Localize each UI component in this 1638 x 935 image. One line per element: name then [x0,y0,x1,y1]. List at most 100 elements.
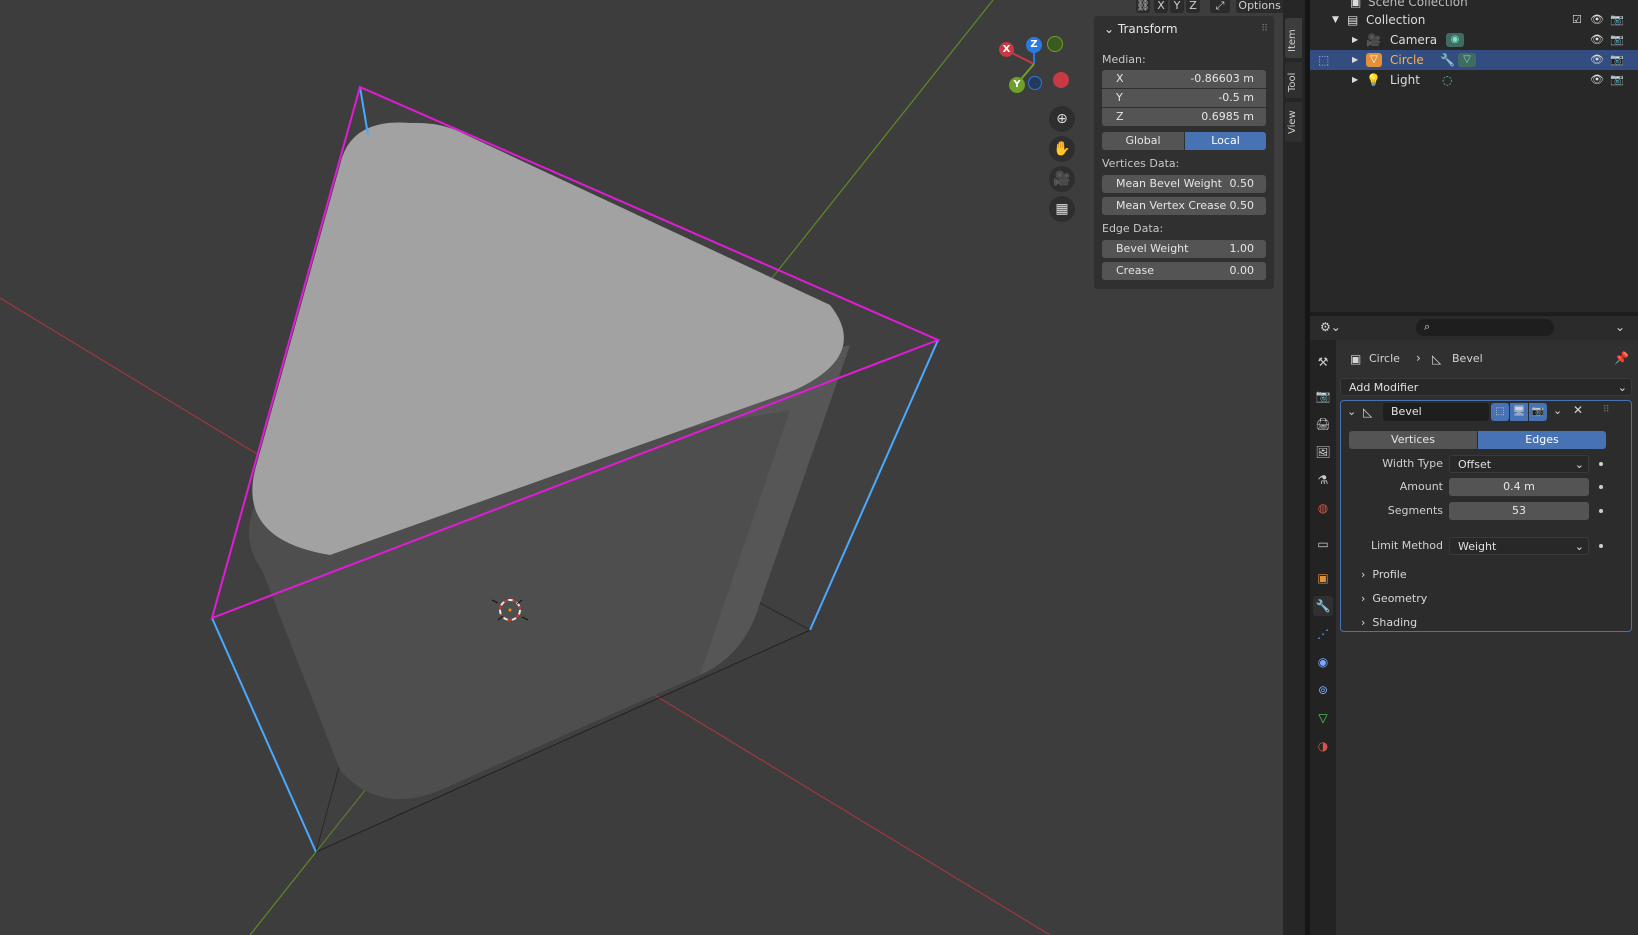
particles-tab-icon[interactable]: ⋰ [1313,624,1333,644]
subpanel-geometry[interactable]: › Geometry [1361,592,1427,605]
collection-render-icon[interactable]: 📷 [1610,10,1624,30]
mirror-y-button[interactable]: Y [1170,0,1184,13]
camera-expand-icon[interactable]: ▶ [1352,30,1358,50]
median-z-field[interactable]: Z 0.6985 m [1102,108,1266,126]
tab-tool[interactable]: Tool [1285,62,1302,98]
width-type-dropdown[interactable]: Offset ⌄ [1449,455,1589,473]
amount-field[interactable]: 0.4 m [1449,478,1589,496]
circle-expand-icon[interactable]: ▶ [1352,50,1358,70]
auto-merge-icon[interactable]: ⤢ [1210,0,1230,13]
local-toggle[interactable]: Local [1185,132,1266,150]
crease-field[interactable]: Crease 0.00 [1102,262,1266,280]
scene-tab-icon[interactable]: ⚗ [1313,470,1333,490]
collection-expand-icon[interactable]: ▼ [1332,10,1339,30]
keyframe-dot[interactable] [1599,509,1603,513]
affect-vertices-toggle[interactable]: Vertices [1349,431,1477,449]
camera-eye-icon[interactable]: 👁 [1590,30,1604,50]
gizmo-x-axis[interactable]: X [999,42,1014,57]
camera-view-icon[interactable]: 🎥 [1049,166,1075,192]
render-tab-icon[interactable]: 📷 [1313,386,1333,406]
circle-render-icon[interactable]: 📷 [1610,50,1624,70]
viewport-display-toggle-icon[interactable]: 🖥 [1510,403,1528,421]
bevel-weight-field[interactable]: Bevel Weight 1.00 [1102,240,1266,258]
gizmo-y-axis[interactable]: Y [1009,77,1025,93]
mirror-icon[interactable]: ⛓ [1136,0,1150,13]
chevron-right-icon: › [1361,568,1366,581]
camera-render-icon[interactable]: 📷 [1610,30,1624,50]
segments-field[interactable]: 53 [1449,502,1589,520]
circle-eye-icon[interactable]: 👁 [1590,50,1604,70]
collection-tab-icon[interactable]: ▭ [1313,534,1333,554]
outliner-row-camera[interactable]: ▶ 🎥 Camera ◉ 👁 📷 [1310,30,1638,50]
light-expand-icon[interactable]: ▶ [1352,70,1358,90]
options-dropdown[interactable]: Options ⌄ [1236,0,1283,13]
constraints-tab-icon[interactable]: ⊚ [1313,680,1333,700]
world-tab-icon[interactable]: ◍ [1313,498,1333,518]
bevel-icon: ◺ [1363,405,1373,419]
output-tab-icon[interactable]: 🖨 [1313,414,1333,434]
add-modifier-button[interactable]: Add Modifier ⌄ [1340,378,1632,396]
perspective-grid-icon[interactable]: ▦ [1049,196,1075,222]
collapse-chevron-icon[interactable]: ⌄ [1347,405,1356,418]
close-icon[interactable]: ✕ [1573,403,1583,417]
modifier-name-field[interactable]: Bevel [1383,403,1489,421]
mean-vertex-crease-field[interactable]: Mean Vertex Crease 0.50 [1102,197,1266,215]
scene-canvas[interactable] [0,0,1283,935]
tab-view[interactable]: View [1285,102,1302,142]
tool-tab-icon[interactable]: ⚒ [1313,352,1333,372]
tab-item[interactable]: Item [1285,18,1302,58]
edit-mode-icon[interactable]: ⬚ [1318,50,1329,70]
median-x-field[interactable]: X -0.86603 m [1102,70,1266,88]
keyframe-dot[interactable] [1599,485,1603,489]
drag-handle-icon[interactable]: ⠿ [1261,24,1268,34]
median-y-field[interactable]: Y -0.5 m [1102,89,1266,107]
light-data-icon[interactable]: ◌ [1442,70,1452,90]
camera-data-icon[interactable]: ◉ [1446,33,1464,47]
editor-type-icon[interactable]: ⚙⌄ [1320,320,1341,334]
edit-mode-toggle-icon[interactable]: ⬚ [1491,403,1509,421]
outliner-row-collection[interactable]: ▼ ▤ Collection ☑ 👁 📷 [1310,10,1638,30]
chevron-down-icon[interactable]: ⌄ [1615,320,1625,334]
affect-edges-toggle[interactable]: Edges [1478,431,1606,449]
edge-data-label: Edge Data: [1102,222,1164,235]
modifier-menu-chevron-icon[interactable]: ⌄ [1553,404,1562,417]
light-render-icon[interactable]: 📷 [1610,70,1624,90]
chevron-down-icon: ⌄ [1574,540,1584,553]
median-y-label: Y [1116,91,1123,104]
drag-handle-icon[interactable]: ⠿ [1603,405,1610,415]
outliner: ▣ Scene Collection ▼ ▤ Collection ☑ 👁 📷 … [1310,0,1638,312]
mirror-z-button[interactable]: Z [1186,0,1200,13]
outliner-row-circle[interactable]: ⬚ ▶ ▽ Circle 🔧 ▽ 👁 📷 [1310,50,1638,70]
mesh-data-icon[interactable]: ▽ [1458,53,1476,67]
mirror-x-button[interactable]: X [1154,0,1168,13]
transform-panel-header[interactable]: ⌄ Transform [1104,22,1178,36]
render-toggle-icon[interactable]: 📷 [1529,403,1547,421]
gizmo-z-axis[interactable]: Z [1026,37,1042,53]
zoom-icon[interactable]: ⊕ [1049,106,1075,132]
gizmo-neg-x-axis[interactable] [1053,72,1069,88]
modifier-tab-icon[interactable]: 🔧 [1313,596,1333,616]
mean-bevel-weight-field[interactable]: Mean Bevel Weight 0.50 [1102,175,1266,193]
object-tab-icon[interactable]: ▣ [1313,568,1333,588]
pin-icon[interactable]: 📌 [1614,351,1629,365]
global-toggle[interactable]: Global [1102,132,1184,150]
view-layer-tab-icon[interactable]: 🖼 [1313,442,1333,462]
modifier-wrench-icon[interactable]: 🔧 [1440,50,1455,70]
subpanel-shading[interactable]: › Shading [1361,616,1417,629]
collection-eye-icon[interactable]: 👁 [1590,10,1604,30]
pan-hand-icon[interactable]: ✋ [1049,136,1075,162]
gizmo-neg-y-axis[interactable] [1047,36,1063,52]
outliner-row-light[interactable]: ▶ 💡 Light ◌ 👁 📷 [1310,70,1638,90]
properties-search-input[interactable]: ⌕ [1416,319,1554,336]
limit-method-dropdown[interactable]: Weight ⌄ [1449,537,1589,555]
keyframe-dot[interactable] [1599,462,1603,466]
3d-viewport[interactable]: ⛓ X Y Z ⤢ Options ⌄ Z X Y ⊕ ✋ 🎥 ▦ [0,0,1283,935]
subpanel-profile[interactable]: › Profile [1361,568,1407,581]
material-tab-icon[interactable]: ◑ [1313,736,1333,756]
keyframe-dot[interactable] [1599,544,1603,548]
gizmo-neg-z-axis[interactable] [1028,76,1042,90]
light-eye-icon[interactable]: 👁 [1590,70,1604,90]
physics-tab-icon[interactable]: ◉ [1313,652,1333,672]
collection-checkbox-icon[interactable]: ☑ [1572,10,1582,30]
data-tab-icon[interactable]: ▽ [1313,708,1333,728]
